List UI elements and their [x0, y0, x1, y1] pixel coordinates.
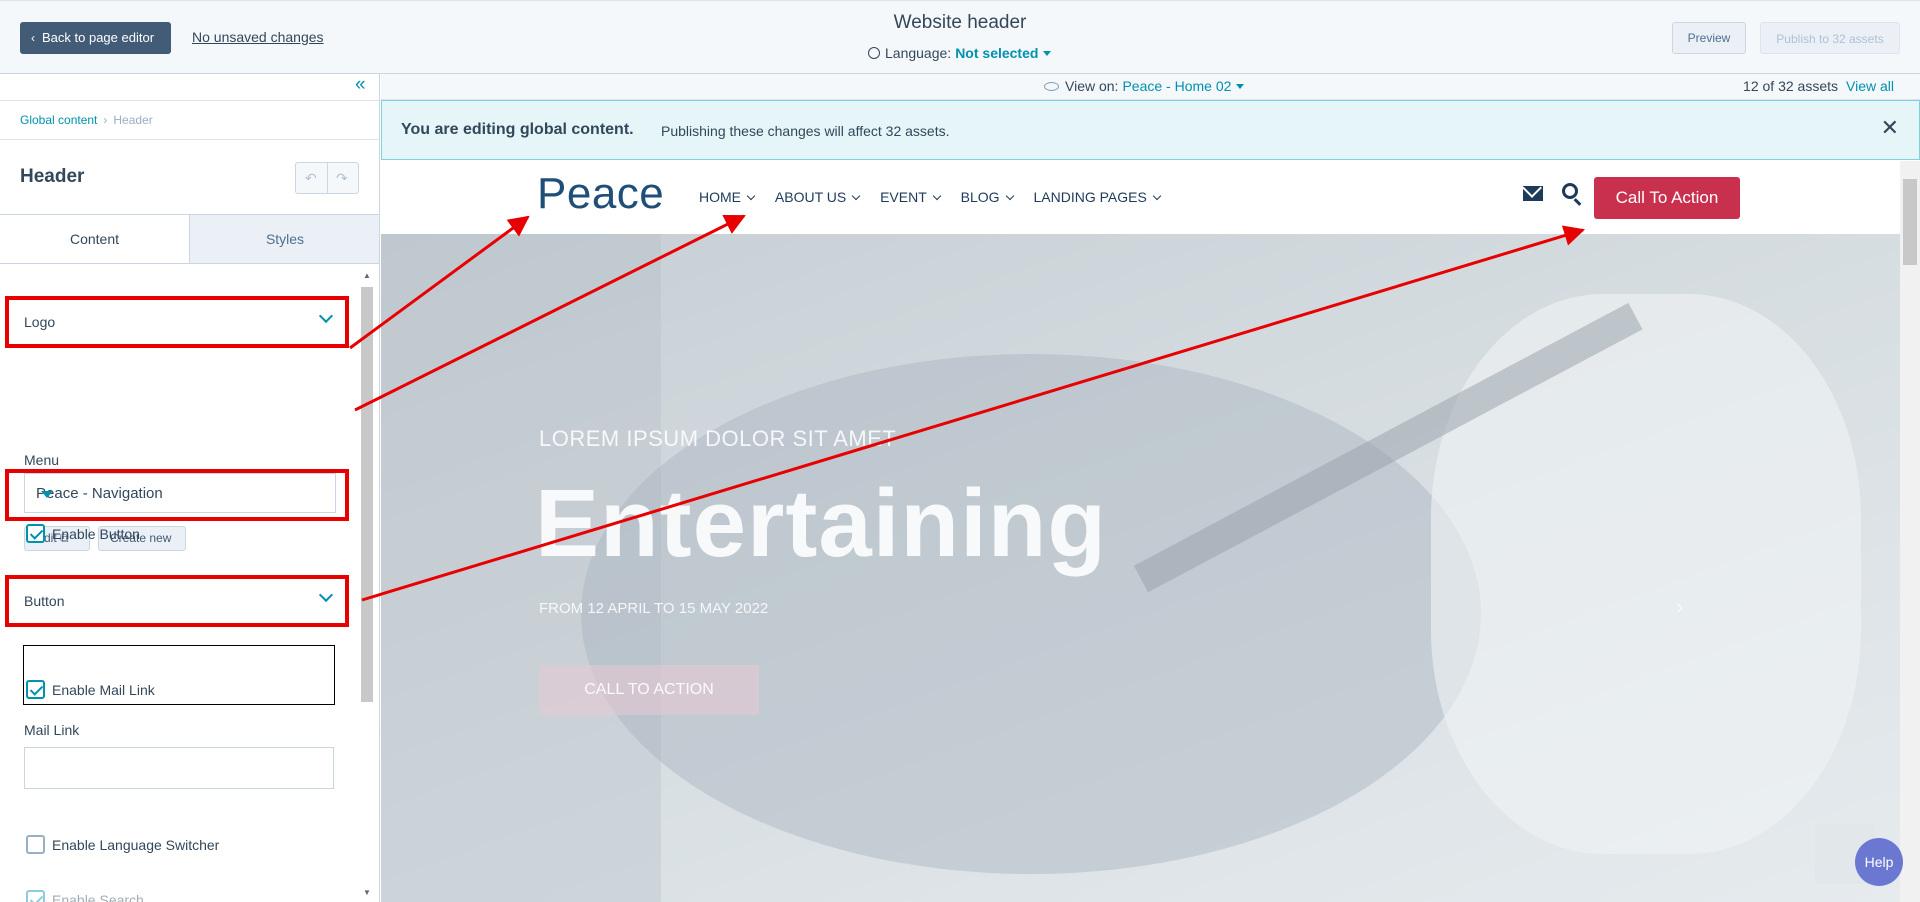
enable-language-switcher-checkbox[interactable]	[26, 835, 45, 854]
menu-select[interactable]: Peace - Navigation	[24, 473, 336, 513]
tab-styles[interactable]: Styles	[190, 215, 379, 263]
enable-mail-link-row: Enable Mail Link	[26, 680, 155, 699]
mail-icon[interactable]	[1523, 186, 1543, 201]
enable-search-checkbox[interactable]	[26, 890, 45, 902]
button-accordion[interactable]: Button	[5, 575, 349, 627]
nav-item-blog[interactable]: BLOG	[961, 189, 1013, 205]
collapse-sidebar-icon[interactable]: «	[355, 74, 366, 96]
site-header: Peace HOME ABOUT US EVENT BLOG LANDING P…	[381, 161, 1900, 234]
chevron-right-icon[interactable]: ›	[1676, 594, 1683, 620]
banner-bold-text: You are editing global content.	[401, 121, 634, 138]
language-selector[interactable]: Language: Not selected	[868, 45, 1052, 61]
scroll-up-icon[interactable]: ▲	[363, 271, 371, 280]
breadcrumb-separator-icon: ›	[103, 113, 108, 127]
logo-accordion[interactable]: Logo	[5, 296, 349, 348]
caret-down-icon	[1236, 84, 1245, 89]
menu-highlight: Peace - Navigation	[5, 469, 349, 521]
enable-button-row: Enable Button	[26, 524, 140, 543]
menu-select-value: Peace - Navigation	[36, 485, 163, 502]
enable-mail-link-checkbox[interactable]	[26, 680, 45, 699]
search-icon[interactable]	[1562, 183, 1578, 199]
undo-icon[interactable]: ↶	[305, 170, 317, 187]
eye-icon	[1044, 82, 1059, 91]
sidebar-tabs: Content Styles	[0, 214, 379, 264]
undo-redo-group: ↶ ↷	[295, 162, 359, 194]
hero-subtitle: LOREM IPSUM DOLOR SIT AMET	[539, 426, 897, 451]
site-preview: Peace HOME ABOUT US EVENT BLOG LANDING P…	[381, 161, 1900, 902]
assets-info: 12 of 32 assets View all	[1743, 78, 1894, 94]
enable-search-row: Enable Search	[26, 890, 144, 902]
hero-cta-button[interactable]: CALL TO ACTION	[539, 665, 759, 715]
nav-item-event[interactable]: EVENT	[880, 189, 940, 205]
module-title: Header	[20, 166, 85, 187]
page-title: Website header	[893, 12, 1027, 33]
preview-button[interactable]: Preview	[1672, 22, 1746, 54]
hero-section: LOREM IPSUM DOLOR SIT AMET Entertaining …	[381, 234, 1900, 902]
sidebar: « Global content › Header Header ↶ ↷ Conte…	[0, 74, 380, 902]
assets-count: 12 of 32 assets	[1743, 78, 1838, 94]
top-bar: ‹ Back to page editor No unsaved changes…	[0, 0, 1920, 74]
breadcrumb-header: Header	[113, 113, 153, 127]
globe-icon	[868, 47, 880, 59]
site-logo[interactable]: Peace	[537, 169, 664, 219]
chevron-down-icon	[318, 308, 334, 324]
enable-button-label: Enable Button	[52, 526, 140, 542]
scrollbar-thumb[interactable]	[361, 287, 373, 702]
divider	[327, 163, 328, 193]
caret-down-icon	[41, 491, 53, 498]
scrollbar-thumb[interactable]	[1903, 179, 1917, 265]
enable-mail-link-label: Enable Mail Link	[52, 682, 155, 698]
mail-link-input[interactable]	[24, 747, 334, 789]
enable-language-switcher-row: Enable Language Switcher	[26, 835, 220, 854]
global-content-banner: You are editing global content. Publishi…	[381, 100, 1920, 160]
hero-date: FROM 12 APRIL TO 15 MAY 2022	[539, 600, 769, 617]
enable-search-label: Enable Search	[52, 892, 144, 902]
breadcrumb: Global content › Header	[0, 100, 379, 140]
menu-label: Menu	[24, 452, 60, 468]
chevron-down-icon	[318, 587, 334, 603]
view-on-label: View on:	[1065, 78, 1119, 94]
banner-text: Publishing these changes will affect 32 …	[661, 123, 950, 139]
nav-item-landing-pages[interactable]: LANDING PAGES	[1033, 189, 1159, 205]
logo-accordion-label: Logo	[24, 314, 56, 330]
sidebar-scrollbar[interactable]: ▲ ▼	[360, 269, 374, 899]
language-value: Not selected	[955, 45, 1039, 61]
breadcrumb-global-content[interactable]: Global content	[20, 113, 97, 127]
language-label: Language:	[885, 45, 952, 61]
tab-content[interactable]: Content	[0, 215, 190, 263]
mail-link-label: Mail Link	[24, 722, 80, 738]
preview-scrollbar[interactable]	[1900, 161, 1920, 902]
nav-item-home[interactable]: HOME	[699, 189, 754, 205]
button-accordion-label: Button	[24, 593, 65, 609]
enable-button-checkbox[interactable]	[26, 524, 45, 543]
nav-item-about-us[interactable]: ABOUT US	[775, 189, 859, 205]
close-icon[interactable]: ✕	[1881, 115, 1899, 141]
publish-button[interactable]: Publish to 32 assets	[1760, 22, 1900, 54]
scroll-down-icon[interactable]: ▼	[363, 888, 371, 897]
view-on-value: Peace - Home 02	[1122, 78, 1232, 94]
hero-heading: Entertaining	[535, 470, 1108, 577]
view-all-link[interactable]: View all	[1846, 78, 1894, 94]
caret-down-icon	[1043, 51, 1052, 56]
view-on-selector[interactable]: View on: Peace - Home 02	[1044, 78, 1245, 94]
enable-language-switcher-label: Enable Language Switcher	[52, 837, 220, 853]
call-to-action-button[interactable]: Call To Action	[1594, 177, 1740, 219]
site-navigation: HOME ABOUT US EVENT BLOG LANDING PAGES	[699, 189, 1177, 205]
redo-icon[interactable]: ↷	[336, 170, 348, 187]
view-bar: View on: Peace - Home 02 12 of 32 assets V…	[381, 74, 1920, 100]
help-button[interactable]: Help	[1855, 838, 1903, 886]
